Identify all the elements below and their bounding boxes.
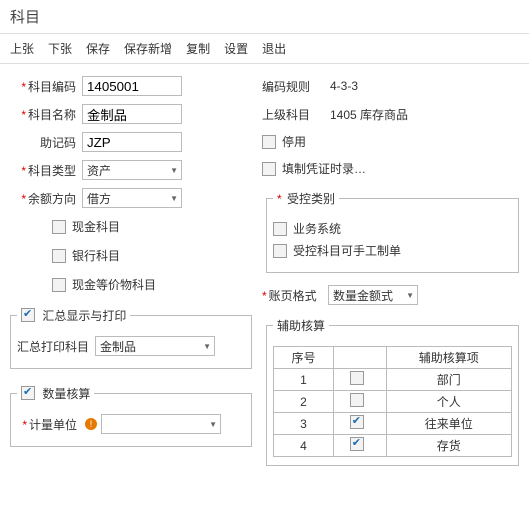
chevron-down-icon: ▼	[203, 342, 211, 351]
aux-row-checkbox[interactable]	[350, 415, 364, 429]
cash-label: 现金科目	[72, 218, 120, 235]
unit-select[interactable]: ▼	[101, 414, 221, 434]
bank-checkbox[interactable]	[52, 249, 66, 263]
aux-header-item: 辅助核算项	[386, 347, 511, 369]
table-row: 4 存货	[274, 435, 512, 457]
mnemonic-label: 助记码	[6, 134, 76, 151]
qty-group: 数量核算 计量单位 ! ▼	[10, 385, 252, 447]
type-label: 科目类型	[6, 162, 76, 179]
biz-checkbox[interactable]	[273, 222, 287, 236]
ledger-value: 数量金额式	[333, 287, 393, 304]
aux-header-check	[333, 347, 386, 369]
ledger-label: 账页格式	[262, 287, 322, 304]
summary-checkbox[interactable]	[21, 308, 35, 322]
aux-seq: 1	[274, 369, 334, 391]
cash-checkbox[interactable]	[52, 220, 66, 234]
controlled-group: 受控类别 业务系统 受控科目可手工制单	[266, 190, 519, 273]
toolbar-next[interactable]: 下张	[48, 40, 72, 57]
table-row: 1 部门	[274, 369, 512, 391]
disable-checkbox[interactable]	[262, 135, 276, 149]
page-title: 科目	[0, 0, 529, 34]
balance-value: 借方	[87, 190, 111, 207]
summary-print-label: 汇总打印科目	[17, 338, 89, 355]
parent-value: 1405 库存商品	[330, 106, 408, 123]
chevron-down-icon: ▼	[406, 291, 414, 300]
table-row: 2 个人	[274, 391, 512, 413]
chevron-down-icon: ▼	[170, 194, 178, 203]
disable-label: 停用	[282, 133, 306, 150]
qty-checkbox[interactable]	[21, 386, 35, 400]
bank-label: 银行科目	[72, 247, 120, 264]
toolbar-exit[interactable]: 退出	[262, 40, 286, 57]
aux-legend: 辅助核算	[273, 317, 329, 334]
type-value: 资产	[87, 162, 111, 179]
aux-item: 往来单位	[386, 413, 511, 435]
controlled-legend: 受控类别	[273, 190, 339, 207]
aux-row-checkbox[interactable]	[350, 393, 364, 407]
aux-item: 个人	[386, 391, 511, 413]
summary-print-select[interactable]: 金制品 ▼	[95, 336, 215, 356]
voucher-label: 填制凭证时录…	[282, 160, 366, 177]
code-input[interactable]	[82, 76, 182, 96]
rule-value: 4-3-3	[330, 79, 358, 93]
mnemonic-input[interactable]	[82, 132, 182, 152]
chevron-down-icon: ▼	[209, 420, 217, 429]
aux-seq: 4	[274, 435, 334, 457]
manual-label: 受控科目可手工制单	[293, 242, 401, 259]
voucher-checkbox[interactable]	[262, 162, 276, 176]
qty-legend: 数量核算	[17, 385, 94, 402]
aux-table: 序号 辅助核算项 1 部门 2 个人 3 往来单位 4 存货	[273, 346, 512, 457]
summary-print-value: 金制品	[100, 338, 136, 355]
rule-label: 编码规则	[262, 78, 322, 95]
balance-label: 余额方向	[6, 190, 76, 207]
toolbar-save-new[interactable]: 保存新增	[124, 40, 172, 57]
table-row: 3 往来单位	[274, 413, 512, 435]
aux-row-checkbox[interactable]	[350, 437, 364, 451]
balance-select[interactable]: 借方 ▼	[82, 188, 182, 208]
toolbar-settings[interactable]: 设置	[224, 40, 248, 57]
parent-label: 上级科目	[262, 106, 322, 123]
name-label: 科目名称	[6, 106, 76, 123]
aux-header-seq: 序号	[274, 347, 334, 369]
summary-group: 汇总显示与打印 汇总打印科目 金制品 ▼	[10, 307, 252, 369]
name-input[interactable]	[82, 104, 182, 124]
ledger-select[interactable]: 数量金额式 ▼	[328, 285, 418, 305]
manual-checkbox[interactable]	[273, 244, 287, 258]
aux-seq: 3	[274, 413, 334, 435]
toolbar-copy[interactable]: 复制	[186, 40, 210, 57]
aux-item: 存货	[386, 435, 511, 457]
aux-row-checkbox[interactable]	[350, 371, 364, 385]
cashequiv-checkbox[interactable]	[52, 278, 66, 292]
unit-label: 计量单位	[17, 416, 77, 433]
chevron-down-icon: ▼	[170, 166, 178, 175]
code-label: 科目编码	[6, 78, 76, 95]
aux-group: 辅助核算 序号 辅助核算项 1 部门 2 个人 3 往来单位 4 存货	[266, 317, 519, 466]
biz-label: 业务系统	[293, 220, 341, 237]
toolbar: 上张 下张 保存 保存新增 复制 设置 退出	[0, 34, 529, 64]
aux-seq: 2	[274, 391, 334, 413]
toolbar-prev[interactable]: 上张	[10, 40, 34, 57]
summary-legend: 汇总显示与打印	[17, 307, 130, 324]
toolbar-save[interactable]: 保存	[86, 40, 110, 57]
aux-item: 部门	[386, 369, 511, 391]
cashequiv-label: 现金等价物科目	[72, 276, 156, 293]
error-icon: !	[85, 418, 97, 430]
type-select[interactable]: 资产 ▼	[82, 160, 182, 180]
